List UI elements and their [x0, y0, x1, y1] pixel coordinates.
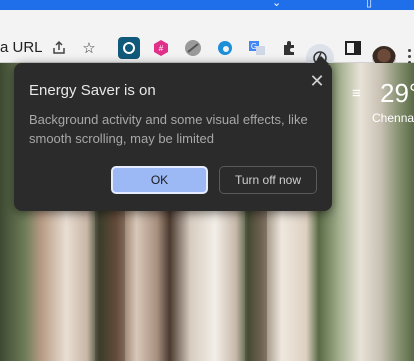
energy-saver-popup: Energy Saver is on ✕ Background activity…	[14, 56, 332, 211]
side-panel-icon[interactable]	[342, 37, 364, 59]
address-bar-text[interactable]: a URL	[0, 39, 43, 56]
close-icon[interactable]: ✕	[307, 71, 327, 91]
extensions-puzzle-icon[interactable]	[278, 37, 300, 59]
turn-off-now-button[interactable]: Turn off now	[219, 166, 317, 194]
popup-title: Energy Saver is on	[29, 82, 156, 99]
weather-city: Chenna	[372, 111, 414, 125]
restore-window-icon[interactable]: ▯	[366, 0, 378, 9]
share-icon[interactable]	[48, 37, 70, 59]
chevron-down-icon[interactable]: ⌄	[272, 0, 284, 9]
popup-description: Background activity and some visual effe…	[29, 112, 308, 146]
extension-globe-icon[interactable]	[182, 37, 204, 59]
weather-menu-icon: ≡	[352, 85, 361, 102]
ok-button[interactable]: OK	[111, 166, 208, 194]
svg-text:#: #	[159, 44, 164, 53]
title-bar: ⌄ ▯	[0, 0, 414, 10]
extension-hexagon-icon[interactable]: #	[150, 37, 172, 59]
translate-icon[interactable]: G	[246, 37, 268, 59]
extension-icon-1[interactable]	[118, 37, 140, 59]
edge-icon[interactable]	[214, 37, 236, 59]
browser-toolbar: a URL ☆ # G	[0, 10, 414, 72]
bookmark-star-icon[interactable]: ☆	[78, 37, 100, 59]
weather-temperature: 29°	[380, 78, 414, 108]
